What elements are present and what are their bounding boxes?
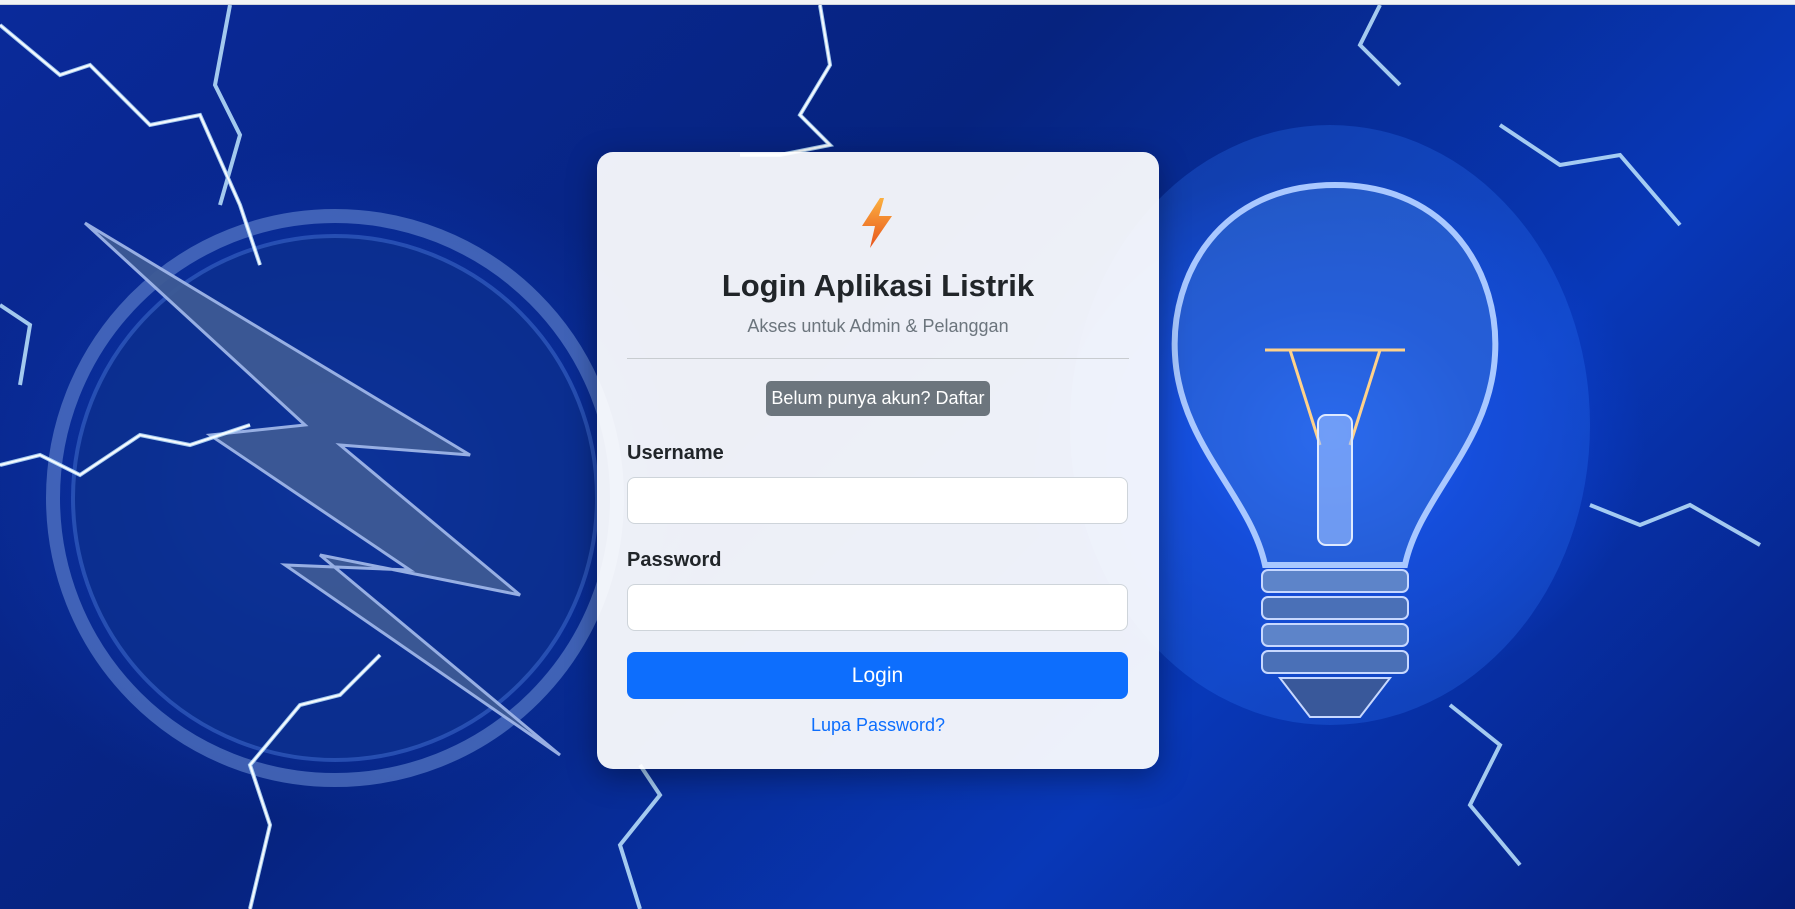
register-button[interactable]: Belum punya akun? Daftar — [766, 381, 990, 416]
password-label: Password — [627, 549, 722, 571]
forgot-password-link[interactable]: Lupa Password? — [597, 715, 1159, 736]
login-card: Login Aplikasi Listrik Akses untuk Admin… — [597, 152, 1159, 769]
lightning-bolt-icon — [862, 198, 892, 248]
login-button[interactable]: Login — [627, 652, 1128, 699]
divider — [627, 358, 1129, 359]
username-input[interactable] — [627, 477, 1128, 524]
username-label: Username — [627, 442, 724, 464]
page-title: Login Aplikasi Listrik — [721, 268, 1035, 303]
page-subtitle: Akses untuk Admin & Pelanggan — [747, 316, 1009, 336]
password-input[interactable] — [627, 584, 1128, 631]
